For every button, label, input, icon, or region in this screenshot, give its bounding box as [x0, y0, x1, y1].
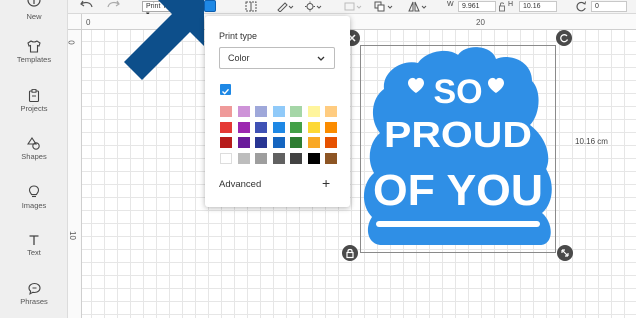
color-swatch[interactable] — [325, 106, 337, 117]
print-type-selected: Color — [228, 53, 250, 63]
color-swatch[interactable] — [307, 137, 320, 148]
width-label: W — [447, 1, 454, 8]
ruler-tick-left-10: 10 — [67, 231, 77, 240]
color-swatch[interactable] — [237, 106, 250, 117]
rotate-handle[interactable] — [556, 30, 572, 46]
selection-box — [360, 45, 556, 253]
grid-select-icon[interactable] — [245, 1, 257, 12]
color-swatch[interactable] — [325, 137, 337, 148]
ruler-left: 0 10 — [66, 30, 82, 318]
lock-icon — [346, 248, 354, 259]
clipboard-icon — [28, 89, 40, 102]
resize-handle[interactable] — [557, 245, 573, 261]
sun-icon[interactable] — [304, 1, 322, 12]
rotate-handle-icon — [560, 34, 569, 43]
color-swatch[interactable] — [220, 121, 232, 133]
ruler-tick-top-0: 0 — [86, 18, 91, 27]
sidebar-label-templates: Templates — [16, 55, 52, 64]
height-input[interactable]: 10.16 — [519, 1, 557, 12]
sidebar-item-shapes[interactable]: Shapes — [0, 137, 68, 161]
sidebar-label-projects: Projects — [20, 104, 48, 113]
rotate-icon[interactable] — [575, 1, 587, 12]
print-type-select[interactable]: Color — [219, 47, 335, 69]
color-swatch[interactable] — [255, 121, 267, 133]
sidebar-item-templates[interactable]: Templates — [0, 40, 68, 64]
color-swatch[interactable] — [255, 106, 267, 117]
lock-handle[interactable] — [342, 245, 358, 261]
color-swatch[interactable] — [325, 121, 337, 133]
ruler-corner — [68, 14, 82, 30]
color-swatch[interactable] — [220, 152, 232, 164]
advanced-expand-plus-icon[interactable]: + — [322, 176, 330, 190]
redo-icon[interactable] — [106, 0, 120, 10]
sidebar-label-text: Text — [27, 248, 41, 257]
text-t-icon — [29, 235, 39, 245]
arrange-icon[interactable] — [374, 1, 394, 12]
color-swatch[interactable] — [290, 152, 302, 164]
color-swatch[interactable] — [307, 106, 320, 117]
color-swatch[interactable] — [290, 106, 302, 117]
shapes-icon — [27, 137, 40, 150]
color-swatch[interactable] — [237, 121, 250, 133]
color-swatch[interactable] — [307, 152, 320, 164]
lightbulb-icon — [28, 185, 40, 198]
color-checkbox[interactable] — [220, 84, 231, 95]
sidebar-label-shapes: Shapes — [21, 152, 47, 161]
flip-icon[interactable] — [408, 1, 428, 12]
checkmark-icon — [222, 88, 230, 95]
sidebar-item-text[interactable]: Text — [0, 234, 68, 257]
sidebar-label-images: Images — [21, 201, 47, 210]
color-swatch[interactable] — [272, 106, 285, 117]
sidebar-item-new[interactable]: New — [0, 0, 68, 21]
lock-ratio-icon[interactable] — [499, 2, 505, 12]
pen-icon[interactable] — [276, 1, 294, 12]
color-swatch[interactable] — [272, 137, 285, 148]
chevron-down-icon — [317, 56, 325, 61]
height-dimension-label: 10.16 cm — [575, 137, 608, 146]
color-swatch[interactable] — [220, 137, 232, 148]
color-swatch[interactable] — [290, 137, 302, 148]
height-label: H — [508, 1, 514, 8]
rotate-input[interactable]: 0 — [591, 1, 627, 12]
shirt-icon — [27, 40, 41, 53]
advanced-label: Advanced — [219, 179, 262, 190]
sidebar-item-images[interactable]: Images — [0, 185, 68, 210]
ruler-tick-left-0: 0 — [66, 40, 76, 45]
width-input[interactable]: 9.961 — [458, 1, 496, 12]
sidebar-label-new: New — [26, 12, 42, 21]
pointer-arrow-annotation — [124, 0, 204, 80]
color-swatch[interactable] — [220, 106, 232, 117]
resize-arrow-icon — [561, 249, 569, 257]
undo-icon[interactable] — [80, 0, 94, 10]
color-swatch[interactable] — [290, 121, 302, 133]
print-type-title: Print type — [219, 31, 258, 41]
left-sidebar: New Templates Projects Shapes Images Tex… — [0, 0, 68, 318]
color-swatch[interactable] — [325, 152, 337, 164]
ruler-tick-top-20: 20 — [476, 18, 485, 27]
sidebar-item-projects[interactable]: Projects — [0, 89, 68, 113]
color-swatch[interactable] — [237, 152, 250, 164]
align-box-icon[interactable] — [344, 1, 362, 12]
color-swatch[interactable] — [255, 137, 267, 148]
plus-circle-icon — [27, 0, 41, 7]
color-swatch[interactable] — [237, 137, 250, 148]
print-type-popup: Print type Color Advanced + — [205, 16, 350, 207]
sidebar-item-phrases[interactable]: Phrases — [0, 282, 68, 306]
color-swatch[interactable] — [272, 152, 285, 164]
speech-bubble-icon — [27, 282, 41, 295]
color-swatch[interactable] — [255, 152, 267, 164]
color-swatch[interactable] — [272, 121, 285, 133]
color-swatch[interactable] — [307, 121, 320, 133]
sidebar-label-phrases: Phrases — [20, 297, 48, 306]
